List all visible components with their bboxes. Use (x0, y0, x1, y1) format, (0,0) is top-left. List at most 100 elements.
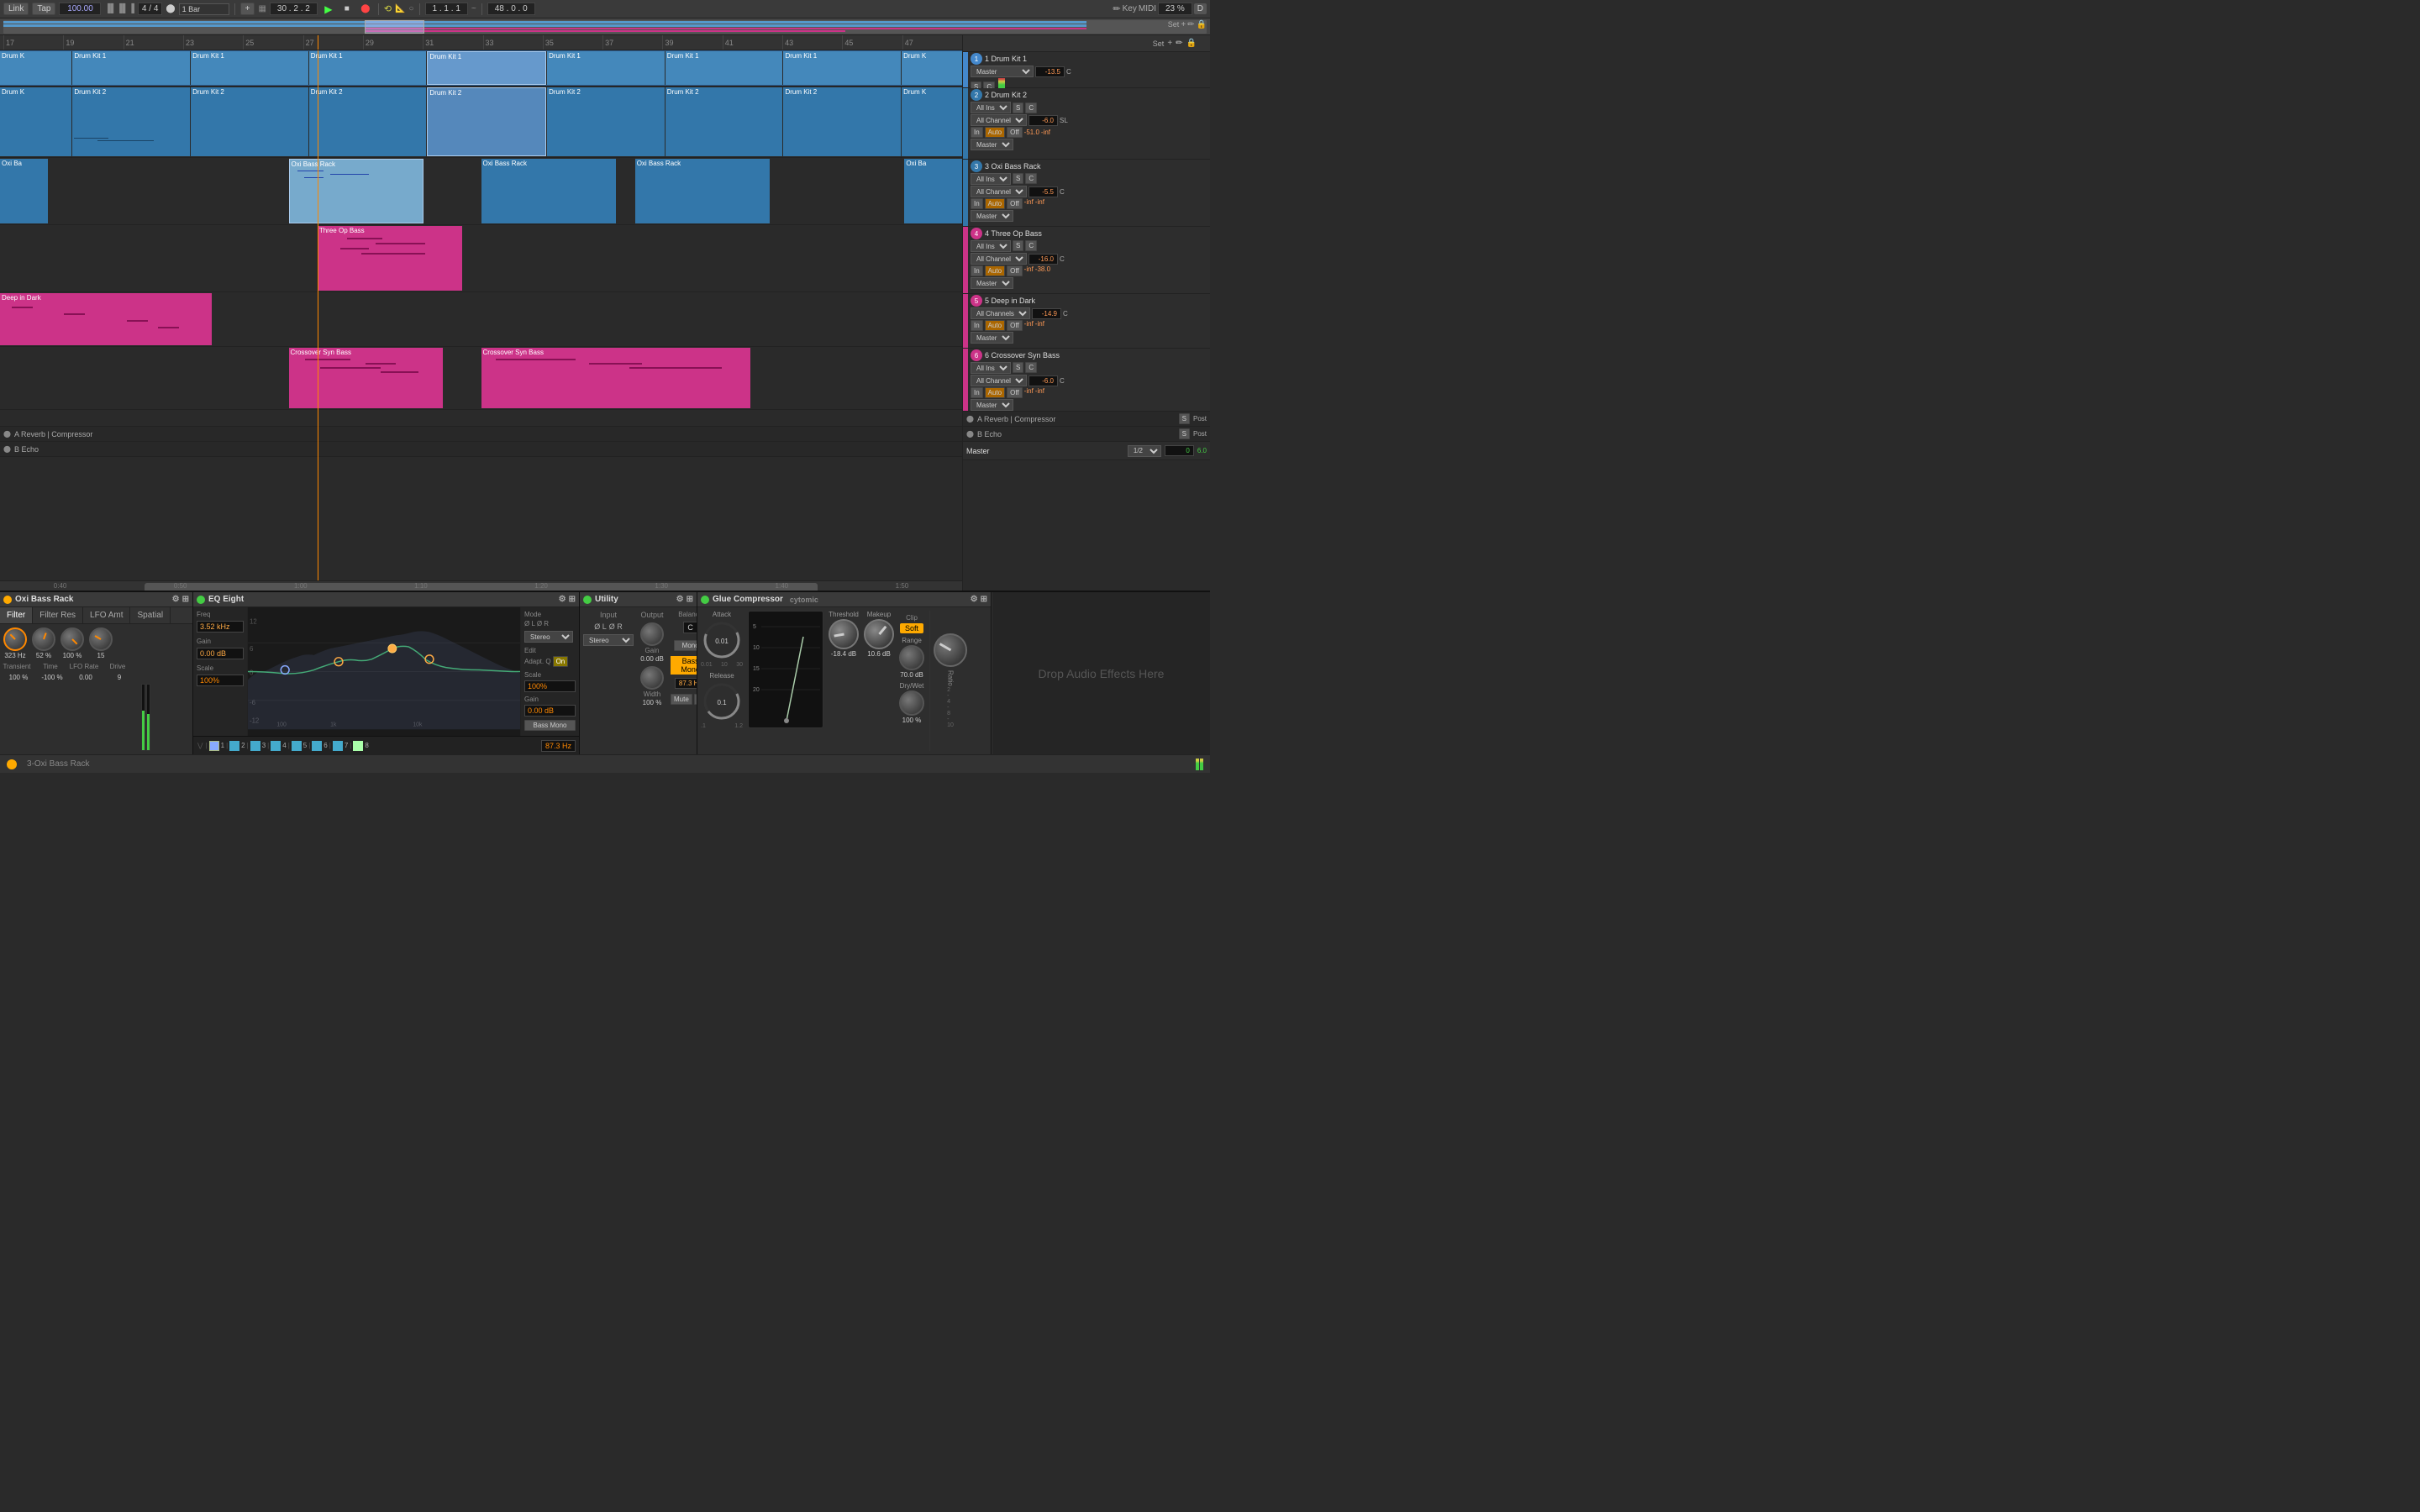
record-button[interactable]: ⬤ (358, 2, 373, 17)
track-1-input-select[interactable]: Master (971, 66, 1034, 77)
empty-track-1[interactable] (0, 410, 962, 427)
eq-band-4-btn[interactable] (271, 741, 281, 751)
utility-mute-btn[interactable]: Mute (671, 694, 692, 705)
track-4-in[interactable]: In (971, 265, 983, 276)
oxi-knob-4-control[interactable] (89, 627, 113, 651)
d-button[interactable]: D (1194, 3, 1207, 14)
time-sig-display[interactable]: 4 / 4 (138, 3, 162, 15)
clip[interactable]: Drum Kit 1 (72, 51, 190, 85)
track-3-out[interactable]: Master (971, 210, 1013, 222)
utility-power-btn[interactable] (583, 596, 592, 604)
send-a-s[interactable]: S (1179, 413, 1190, 424)
track-2-in-btn[interactable]: In (971, 127, 983, 138)
track-6-out[interactable]: Master (971, 399, 1013, 411)
clips-area-1[interactable]: Drum K Drum Kit 1 Drum Kit 1 Drum Kit 1 … (0, 50, 962, 86)
utility-width-knob[interactable] (640, 666, 664, 690)
oxi-power-btn[interactable] (3, 596, 12, 604)
oxi-expand-btn[interactable]: ⊞ (182, 595, 189, 604)
h-scrollbar[interactable]: 0:40 0:50 1:00 1:10 1:20 1:30 1:40 1:50 (0, 580, 962, 591)
track-2-c-btn[interactable]: C (1025, 102, 1037, 113)
clip[interactable]: Oxi Bass Rack (481, 159, 616, 223)
eq-band-3-label[interactable]: 3 (262, 742, 266, 749)
eq-band-2-label[interactable]: 2 (241, 742, 245, 749)
eq-band-7-btn[interactable] (333, 741, 343, 751)
track-2-off-btn[interactable]: Off (1007, 127, 1023, 138)
oxi-settings-btn[interactable]: ⚙ (172, 595, 180, 604)
track-3-auto[interactable]: Auto (985, 198, 1005, 209)
eq-band-2-btn[interactable] (229, 741, 239, 751)
oxi-knob-2-control[interactable] (32, 627, 55, 651)
eq-display[interactable]: 12 6 0 -6 -12 100 1k 10k (248, 607, 520, 736)
eq-mode-select[interactable]: Stereo L/R (524, 631, 573, 643)
clips-area-2[interactable]: Drum K Drum Kit 2 Drum Kit 2 Drum Kit 2 (0, 87, 962, 157)
track-4-auto[interactable]: Auto (985, 265, 1005, 276)
clip-crossover-1[interactable]: Crossover Syn Bass (289, 348, 443, 408)
glue-expand-btn[interactable]: ⊞ (981, 595, 987, 604)
track-5-out[interactable]: Master (971, 332, 1013, 344)
eq-gain-val-r[interactable]: 0.00 dB (524, 705, 576, 717)
clip[interactable]: Drum K (0, 87, 71, 156)
clip[interactable]: Deep in Dark (0, 293, 212, 345)
oxi-knob-3-control[interactable] (60, 627, 84, 651)
utility-bass-mono-freq[interactable]: 87.3 Hz (675, 678, 697, 689)
add-button[interactable]: + (240, 3, 255, 15)
eq-band-8-label[interactable]: 8 (365, 742, 368, 749)
clip[interactable]: Drum K (902, 87, 962, 156)
track-4-c[interactable]: C (1025, 240, 1037, 251)
clips-area-3[interactable]: Oxi Ba Oxi Bass Rack Oxi Bass Rack (0, 158, 962, 224)
oxi-tab-spatial[interactable]: Spatial (130, 607, 171, 623)
eq-scale-val[interactable]: 100% (197, 675, 244, 686)
drop-area[interactable]: Drop Audio Effects Here (992, 592, 1210, 754)
clip[interactable]: Drum Kit 1 (191, 51, 308, 85)
track-5-auto[interactable]: Auto (985, 320, 1005, 331)
track-3-ch[interactable]: All Channel (971, 186, 1027, 197)
mini-overview[interactable]: Set + ✏ 🔒 (0, 18, 1210, 35)
oxi-knob-1-control[interactable] (3, 627, 27, 651)
track-2-volume[interactable]: -6.0 (1028, 115, 1058, 126)
track-6-input[interactable]: All Ins (971, 362, 1011, 374)
utility-settings-btn[interactable]: ⚙ (676, 595, 684, 604)
tracks-scroll-area[interactable]: Drum K Drum Kit 1 Drum Kit 1 Drum Kit 1 … (0, 50, 962, 580)
track-5-ch[interactable]: All Channels (971, 307, 1030, 319)
utility-gain-knob[interactable] (640, 622, 664, 646)
track-6-in[interactable]: In (971, 387, 983, 398)
track-2-input-select[interactable]: All Ins (971, 102, 1011, 113)
track-2-s-btn[interactable]: S (1013, 102, 1023, 113)
clip[interactable]: Drum Kit 2 (191, 87, 308, 156)
track-3-vol[interactable]: -5.5 (1028, 186, 1058, 197)
oxi-tab-lfo-amt[interactable]: LFO Amt (83, 607, 130, 623)
track-3-input[interactable]: All Ins (971, 173, 1011, 185)
track-5-vol[interactable]: -14.9 (1032, 308, 1061, 319)
master-vol[interactable]: 0 (1165, 445, 1194, 456)
clip[interactable]: Drum Kit 2 (547, 87, 665, 156)
glue-threshold-knob[interactable] (829, 619, 859, 649)
tempo-display[interactable]: 100.00 (59, 3, 101, 15)
midi-button[interactable]: MIDI (1139, 4, 1156, 13)
track-6-c[interactable]: C (1025, 362, 1037, 373)
song-position-display[interactable]: 1 . 1 . 1 (425, 3, 468, 15)
clip[interactable]: Drum Kit 2 (72, 87, 190, 156)
stop-button[interactable]: ■ (339, 2, 355, 17)
track-6-auto[interactable]: Auto (985, 387, 1005, 398)
glue-makeup-knob[interactable] (864, 619, 894, 649)
track-4-off[interactable]: Off (1007, 265, 1023, 276)
clips-area-4[interactable]: Three Op Bass (0, 225, 962, 291)
clip[interactable]: Oxi Bass Rack (289, 159, 424, 223)
track-5-in[interactable]: In (971, 320, 983, 331)
master-select[interactable]: 1/2 (1128, 445, 1161, 457)
quantize-select[interactable]: 1 Bar (179, 3, 229, 15)
eq-band-7-label[interactable]: 7 (345, 742, 348, 749)
eq-band-5-btn[interactable] (292, 741, 302, 751)
clip[interactable]: Drum Kit 1 (547, 51, 665, 85)
add-track-btn[interactable]: + (1167, 39, 1172, 48)
clip[interactable]: Three Op Bass (318, 226, 462, 291)
utility-mode-select[interactable]: Stereo (583, 634, 634, 646)
clip[interactable]: Drum K (902, 51, 962, 85)
clip[interactable]: Drum Kit 2 (783, 87, 901, 156)
clip[interactable]: Drum Kit 2 (309, 87, 427, 156)
clips-area-6[interactable]: Crossover Syn Bass Crossover Syn Bass (0, 347, 962, 409)
eq-band-6-btn[interactable] (312, 741, 322, 751)
clip[interactable]: Drum Kit 1 (783, 51, 901, 85)
utility-mono-btn[interactable]: Mono (674, 640, 697, 651)
track-4-ch[interactable]: All Channel (971, 253, 1027, 265)
